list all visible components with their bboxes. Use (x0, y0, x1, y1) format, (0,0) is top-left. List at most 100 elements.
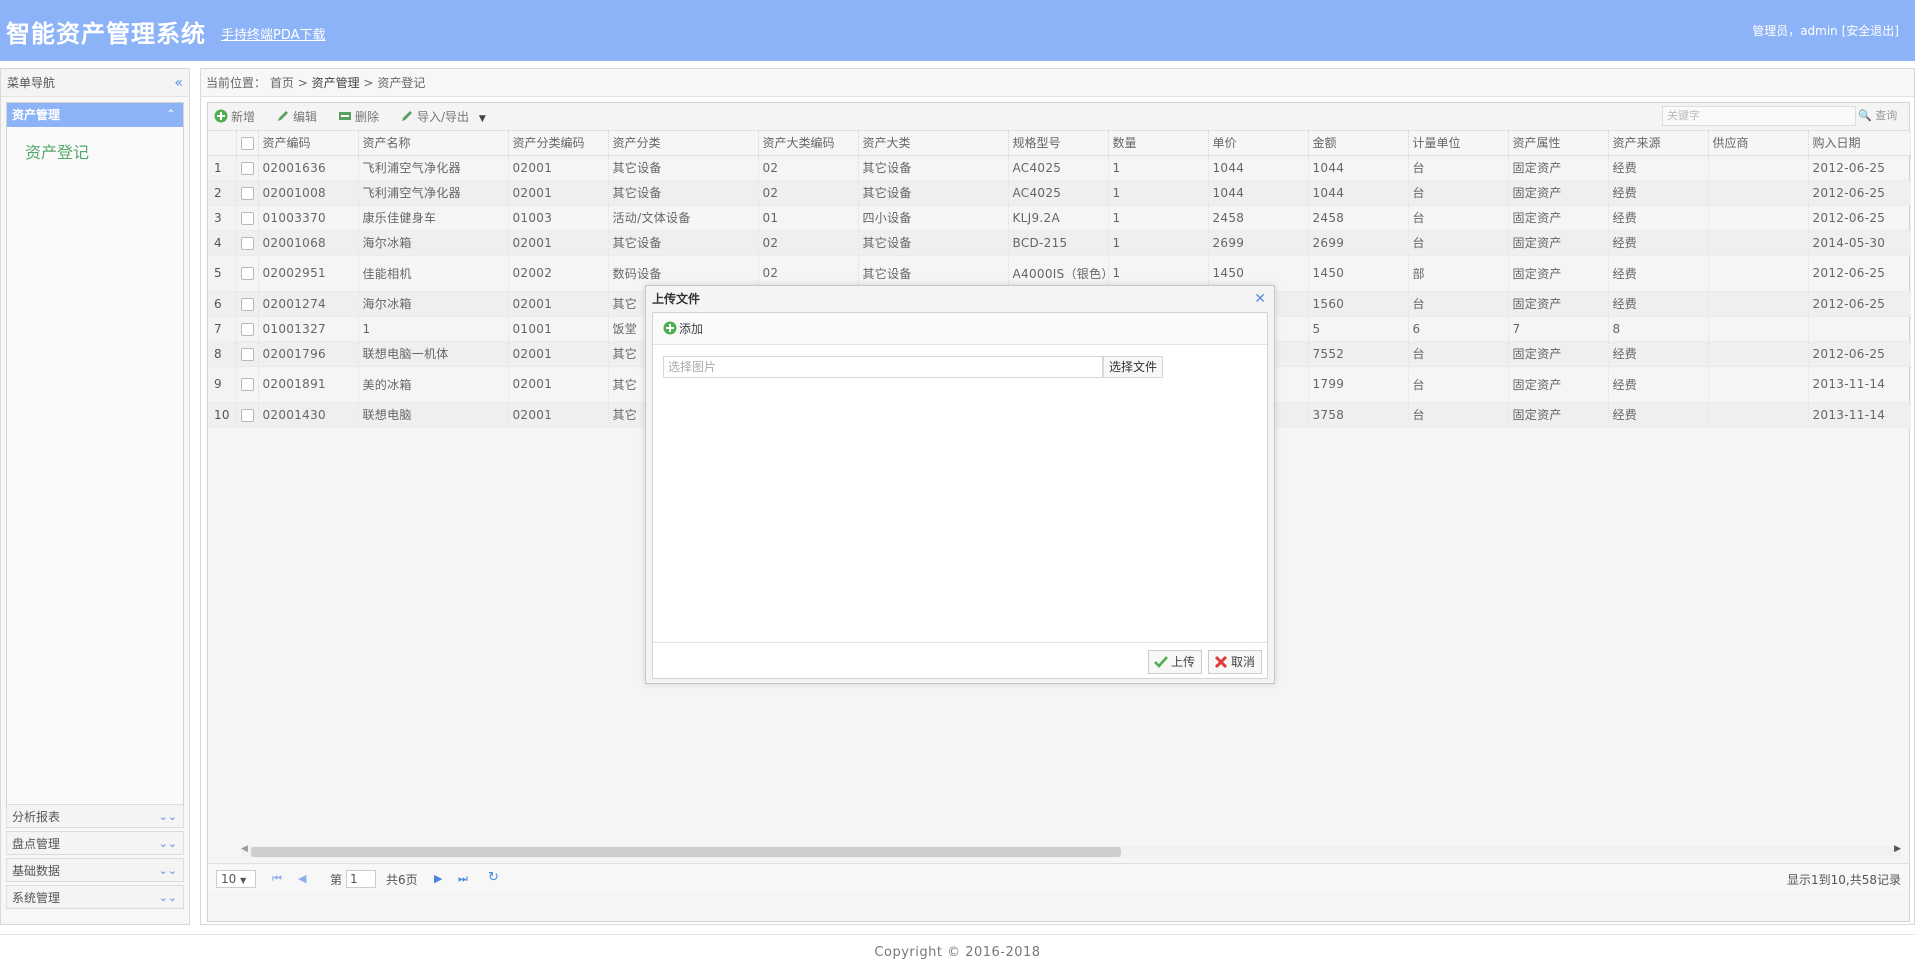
table-row[interactable]: 1 02001636 飞利浦空气净化器 02001 其它设备 02 其它设备 AC4025 1 1… (208, 155, 1911, 181)
import-export-button[interactable]: 导入/导出 ▼ (400, 108, 486, 126)
table-cell: 1044 (1208, 155, 1309, 181)
row-checkbox[interactable] (240, 322, 254, 336)
column-header[interactable]: 购入日期 (1808, 131, 1911, 156)
breadcrumb-home[interactable]: 首页 (270, 76, 294, 90)
row-checkbox[interactable] (240, 186, 254, 200)
column-header[interactable]: 资产编码 (258, 131, 359, 156)
table-cell (1708, 255, 1809, 292)
page-prefix: 第 (330, 873, 343, 887)
column-header[interactable]: 规格型号 (1008, 131, 1109, 156)
table-cell: 固定资产 (1508, 155, 1609, 181)
choose-file-button[interactable]: 选择文件 (1103, 356, 1163, 378)
add-file-button[interactable]: 添加 (663, 321, 703, 336)
table-cell: 1044 (1308, 180, 1409, 206)
table-cell: 其它设备 (608, 230, 759, 256)
scrollbar-thumb[interactable] (251, 847, 1121, 857)
last-page-icon[interactable]: ⏭ (458, 872, 468, 886)
column-header[interactable]: 资产分类 (608, 131, 759, 156)
column-header[interactable]: 资产名称 (358, 131, 509, 156)
first-page-icon[interactable]: ⏮ (272, 872, 282, 886)
add-button[interactable]: 新增 (214, 108, 255, 126)
horizontal-scrollbar[interactable]: ◀ ▶ (241, 844, 1901, 858)
column-header[interactable]: 金额 (1308, 131, 1409, 156)
row-checkbox[interactable] (240, 236, 254, 250)
table-cell: 经费 (1608, 230, 1709, 256)
delete-button[interactable]: 删除 (338, 108, 379, 126)
edit-button[interactable]: 编辑 (276, 108, 317, 126)
table-cell: 2012-06-25 (1808, 255, 1911, 292)
scroll-left-icon[interactable]: ◀ (241, 844, 248, 854)
row-checkbox[interactable] (240, 408, 254, 422)
search-button[interactable]: 🔍 查询 (1858, 106, 1908, 126)
refresh-icon[interactable]: ↻ (488, 870, 499, 885)
sidebar-section-system[interactable]: 系统管理 ⌄⌄ (6, 885, 184, 909)
sidebar-section-label: 系统管理 (12, 891, 61, 905)
next-page-icon[interactable]: ▶ (434, 872, 442, 885)
table-row[interactable]: 4 02001068 海尔冰箱 02001 其它设备 02 其它设备 BCD-215 1 2699… (208, 230, 1911, 256)
collapse-sidebar-icon[interactable]: « (174, 69, 183, 97)
table-row[interactable]: 2 02001008 飞利浦空气净化器 02001 其它设备 02 其它设备 AC4025 1 1… (208, 180, 1911, 206)
select-all-checkbox[interactable] (240, 136, 254, 150)
row-checkbox[interactable] (240, 267, 254, 280)
menu-item-asset-register[interactable]: 资产登记 (25, 139, 183, 163)
table-cell (1708, 341, 1809, 367)
row-checkbox[interactable] (240, 347, 254, 361)
app-header: 智能资产管理系统 手持终端PDA下载 管理员，admin [安全退出] (0, 0, 1915, 61)
table-cell: 02002 (508, 255, 609, 292)
menu-panel-header[interactable]: 资产管理 ⌃ (7, 103, 183, 127)
table-cell: 2012-06-25 (1808, 180, 1911, 206)
table-cell: 01 (758, 205, 859, 231)
row-number: 8 (208, 341, 237, 367)
breadcrumb-prefix: 当前位置： (206, 76, 267, 90)
table-cell: 1450 (1308, 255, 1409, 292)
row-checkbox[interactable] (240, 297, 254, 311)
column-header[interactable]: 供应商 (1708, 131, 1809, 156)
close-icon[interactable]: ✕ (1254, 286, 1266, 312)
table-cell: 02001 (508, 291, 609, 317)
plus-circle-icon (663, 321, 677, 335)
breadcrumb-separator: > (363, 76, 374, 90)
table-cell: 02001008 (258, 180, 359, 206)
table-cell: 联想电脑一机体 (358, 341, 509, 367)
column-header[interactable]: 资产分类编码 (508, 131, 609, 156)
table-cell: 部 (1408, 255, 1509, 292)
table-cell: 台 (1408, 205, 1509, 231)
dialog-footer: 上传 取消 (653, 642, 1267, 678)
sidebar-section-inventory[interactable]: 盘点管理 ⌄⌄ (6, 831, 184, 855)
row-checkbox[interactable] (240, 378, 254, 391)
sidebar-section-basic-data[interactable]: 基础数据 ⌄⌄ (6, 858, 184, 882)
page-number-input[interactable]: 1 (346, 870, 376, 888)
table-cell (1708, 155, 1809, 181)
column-header[interactable]: 资产来源 (1608, 131, 1709, 156)
table-cell: 02001274 (258, 291, 359, 317)
table-cell: 02001 (508, 230, 609, 256)
row-checkbox[interactable] (240, 211, 254, 225)
column-header[interactable]: 资产属性 (1508, 131, 1609, 156)
prev-page-icon[interactable]: ◀ (298, 872, 306, 885)
page-size-select[interactable]: 10 ▼ (216, 870, 256, 888)
table-cell: 5 (1308, 316, 1409, 342)
table-cell: 其它设备 (858, 230, 1009, 256)
row-select-cell (236, 230, 259, 256)
cancel-button[interactable]: 取消 (1208, 650, 1263, 674)
upload-button[interactable]: 上传 (1148, 650, 1203, 674)
footer-copyright: Copyright © 2016-2018 (0, 934, 1915, 969)
column-header[interactable]: 资产大类 (858, 131, 1009, 156)
table-cell: 2013-11-14 (1808, 402, 1911, 428)
scroll-right-icon[interactable]: ▶ (1894, 844, 1901, 854)
breadcrumb: 当前位置： 首页 > 资产管理 > 资产登记 (201, 69, 1914, 97)
sidebar-section-reports[interactable]: 分析报表 ⌄⌄ (6, 804, 184, 828)
column-header[interactable]: 数量 (1108, 131, 1209, 156)
table-cell: 经费 (1608, 402, 1709, 428)
column-header[interactable]: 单价 (1208, 131, 1309, 156)
table-cell: 固定资产 (1508, 180, 1609, 206)
keyword-search-input[interactable]: 关键字 (1662, 106, 1856, 126)
pda-download-link[interactable]: 手持终端PDA下载 (221, 24, 326, 43)
file-path-input[interactable]: 选择图片 (663, 356, 1103, 378)
column-header[interactable]: 计量单位 (1408, 131, 1509, 156)
table-row[interactable]: 3 01003370 康乐佳健身车 01003 活动/文体设备 01 四小设备 KLJ9.2A… (208, 205, 1911, 231)
column-header[interactable]: 资产大类编码 (758, 131, 859, 156)
row-checkbox[interactable] (240, 161, 254, 175)
table-cell: 固定资产 (1508, 402, 1609, 428)
logout-link[interactable]: [安全退出] (1842, 24, 1899, 38)
